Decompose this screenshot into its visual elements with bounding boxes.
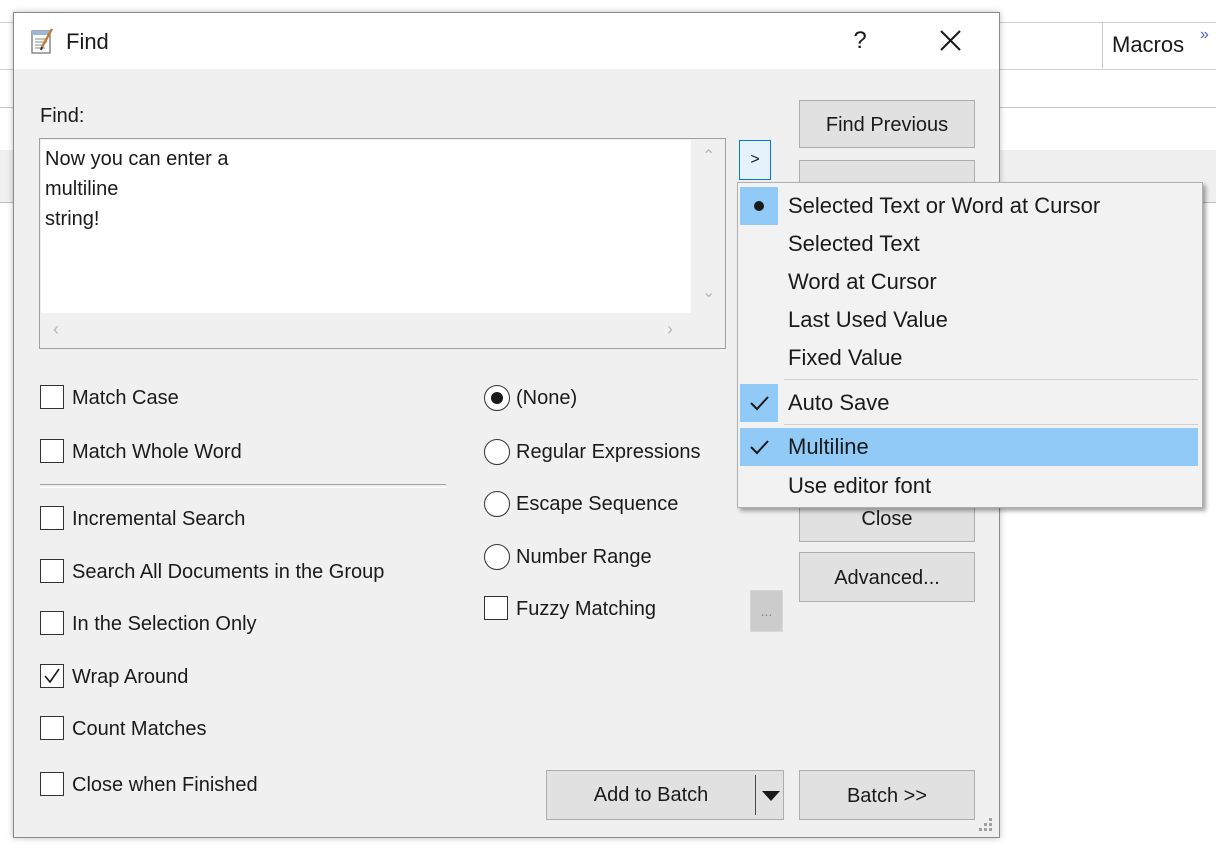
options-divider xyxy=(40,484,446,488)
menu-separator xyxy=(784,379,1198,380)
batch-button[interactable]: Batch >> xyxy=(799,770,975,820)
count-matches-checkbox[interactable]: Count Matches xyxy=(40,715,207,743)
help-button[interactable]: ? xyxy=(840,21,880,61)
menu-item-label: Selected Text xyxy=(788,231,920,256)
menu-item-label: Last Used Value xyxy=(788,307,948,332)
menu-item-auto-save[interactable]: Auto Save xyxy=(740,384,1198,422)
close-when-finished-checkbox[interactable]: Close when Finished xyxy=(40,771,258,799)
radio-circle[interactable] xyxy=(484,439,510,465)
radio-circle[interactable] xyxy=(484,544,510,570)
menu-item-gutter xyxy=(740,384,778,422)
radio-number-range[interactable]: Number Range xyxy=(484,543,652,571)
check-icon xyxy=(750,440,769,455)
check-icon xyxy=(750,396,769,411)
resize-grip-icon[interactable] xyxy=(976,815,994,833)
checkbox-box[interactable] xyxy=(40,664,64,688)
checkbox-box[interactable] xyxy=(40,385,64,409)
close-when-finished-label: Close when Finished xyxy=(72,774,258,796)
dialog-title: Find xyxy=(66,29,109,54)
menu-item-use-editor-font[interactable]: Use editor font xyxy=(740,467,1198,505)
radio-circle[interactable] xyxy=(484,385,510,411)
menu-item-multiline[interactable]: Multiline xyxy=(740,428,1198,466)
menu-item-last-used-value[interactable]: Last Used Value xyxy=(740,301,1198,339)
toolbar-overflow-chevron-icon[interactable]: » xyxy=(1200,26,1209,44)
checkbox-box[interactable] xyxy=(40,716,64,740)
checkbox-box[interactable] xyxy=(40,611,64,635)
notepad-app-icon xyxy=(31,28,54,54)
match-case-checkbox[interactable]: Match Case xyxy=(40,384,179,412)
count-matches-label: Count Matches xyxy=(72,718,207,740)
search-all-documents-checkbox[interactable]: Search All Documents in the Group xyxy=(40,558,384,586)
vertical-scrollbar[interactable]: ⌃ ⌄ xyxy=(692,140,724,313)
split-separator xyxy=(755,775,756,815)
checkmark-icon xyxy=(44,668,60,684)
radio-none[interactable]: (None) xyxy=(484,384,577,412)
in-selection-only-checkbox[interactable]: In the Selection Only xyxy=(40,610,257,638)
scroll-down-icon[interactable]: ⌄ xyxy=(702,282,715,302)
macros-toolbar-label[interactable]: Macros xyxy=(1112,32,1184,58)
scroll-right-icon[interactable]: › xyxy=(667,319,673,340)
menu-item-label: Word at Cursor xyxy=(788,269,937,294)
dialog-titlebar: Find ? xyxy=(14,13,999,69)
find-text-line: multiline xyxy=(45,178,119,200)
fuzzy-matching-checkbox[interactable]: Fuzzy Matching xyxy=(484,595,656,623)
horizontal-scrollbar[interactable]: ‹ › xyxy=(41,315,691,345)
in-selection-only-label: In the Selection Only xyxy=(72,613,257,635)
menu-item-label: Auto Save xyxy=(788,390,890,415)
menu-item-selected-text[interactable]: Selected Text xyxy=(740,225,1198,263)
match-case-label: Match Case xyxy=(72,387,179,409)
search-all-documents-label: Search All Documents in the Group xyxy=(72,561,385,583)
radio-selected-dot xyxy=(491,392,503,404)
menu-item-gutter xyxy=(740,187,778,225)
menu-item-label: Multiline xyxy=(788,434,869,459)
find-options-menu-button[interactable]: > xyxy=(739,140,771,180)
checkbox-box[interactable] xyxy=(40,506,64,530)
wrap-around-label: Wrap Around xyxy=(72,666,189,688)
find-input[interactable]: Now you can enter a multiline string! ⌃ … xyxy=(39,138,726,349)
match-whole-word-label: Match Whole Word xyxy=(72,441,242,463)
toolbar-separator xyxy=(1102,22,1103,68)
radio-regex-label: Regular Expressions xyxy=(516,441,701,463)
menu-item-label: Use editor font xyxy=(788,473,932,498)
find-previous-button[interactable]: Find Previous xyxy=(799,100,975,148)
menu-item-label: Selected Text or Word at Cursor xyxy=(788,193,1101,218)
wrap-around-checkbox[interactable]: Wrap Around xyxy=(40,663,188,691)
bullet-icon xyxy=(754,201,764,211)
find-label: Find: xyxy=(40,105,85,127)
checkbox-box[interactable] xyxy=(40,559,64,583)
advanced-button[interactable]: Advanced... xyxy=(799,552,975,602)
scroll-left-icon[interactable]: ‹ xyxy=(53,319,59,340)
incremental-search-checkbox[interactable]: Incremental Search xyxy=(40,505,245,533)
checkbox-box[interactable] xyxy=(40,439,64,463)
radio-escape-sequence[interactable]: Escape Sequence xyxy=(484,490,678,518)
add-to-batch-split-button[interactable]: Add to Batch xyxy=(546,770,784,820)
radio-none-label: (None) xyxy=(516,387,578,409)
checkbox-box[interactable] xyxy=(484,596,508,620)
close-icon[interactable] xyxy=(930,21,970,61)
scroll-up-icon[interactable]: ⌃ xyxy=(702,146,715,166)
find-text-line: string! xyxy=(45,208,100,230)
match-whole-word-checkbox[interactable]: Match Whole Word xyxy=(40,438,242,466)
menu-item-label: Fixed Value xyxy=(788,345,903,370)
menu-item-word-at-cursor[interactable]: Word at Cursor xyxy=(740,263,1198,301)
radio-regular-expressions[interactable]: Regular Expressions xyxy=(484,438,701,466)
find-text-area[interactable]: Now you can enter a multiline string! xyxy=(41,140,691,313)
radio-escape-label: Escape Sequence xyxy=(516,493,679,515)
dropdown-arrow-icon[interactable] xyxy=(759,771,783,819)
menu-item-fixed-value[interactable]: Fixed Value xyxy=(740,339,1198,377)
fuzzy-options-button[interactable]: ... xyxy=(750,590,783,632)
menu-item-gutter xyxy=(740,428,778,466)
radio-circle[interactable] xyxy=(484,491,510,517)
checkbox-box[interactable] xyxy=(40,772,64,796)
fuzzy-matching-label: Fuzzy Matching xyxy=(516,598,657,620)
menu-separator xyxy=(784,424,1198,425)
find-text-line: Now you can enter a xyxy=(45,148,229,170)
add-to-batch-button[interactable]: Add to Batch xyxy=(547,771,755,819)
radio-number-range-label: Number Range xyxy=(516,546,652,568)
find-options-menu: Selected Text or Word at Cursor Selected… xyxy=(737,182,1203,508)
incremental-search-label: Incremental Search xyxy=(72,508,246,530)
menu-item-selected-text-or-word[interactable]: Selected Text or Word at Cursor xyxy=(740,187,1198,225)
